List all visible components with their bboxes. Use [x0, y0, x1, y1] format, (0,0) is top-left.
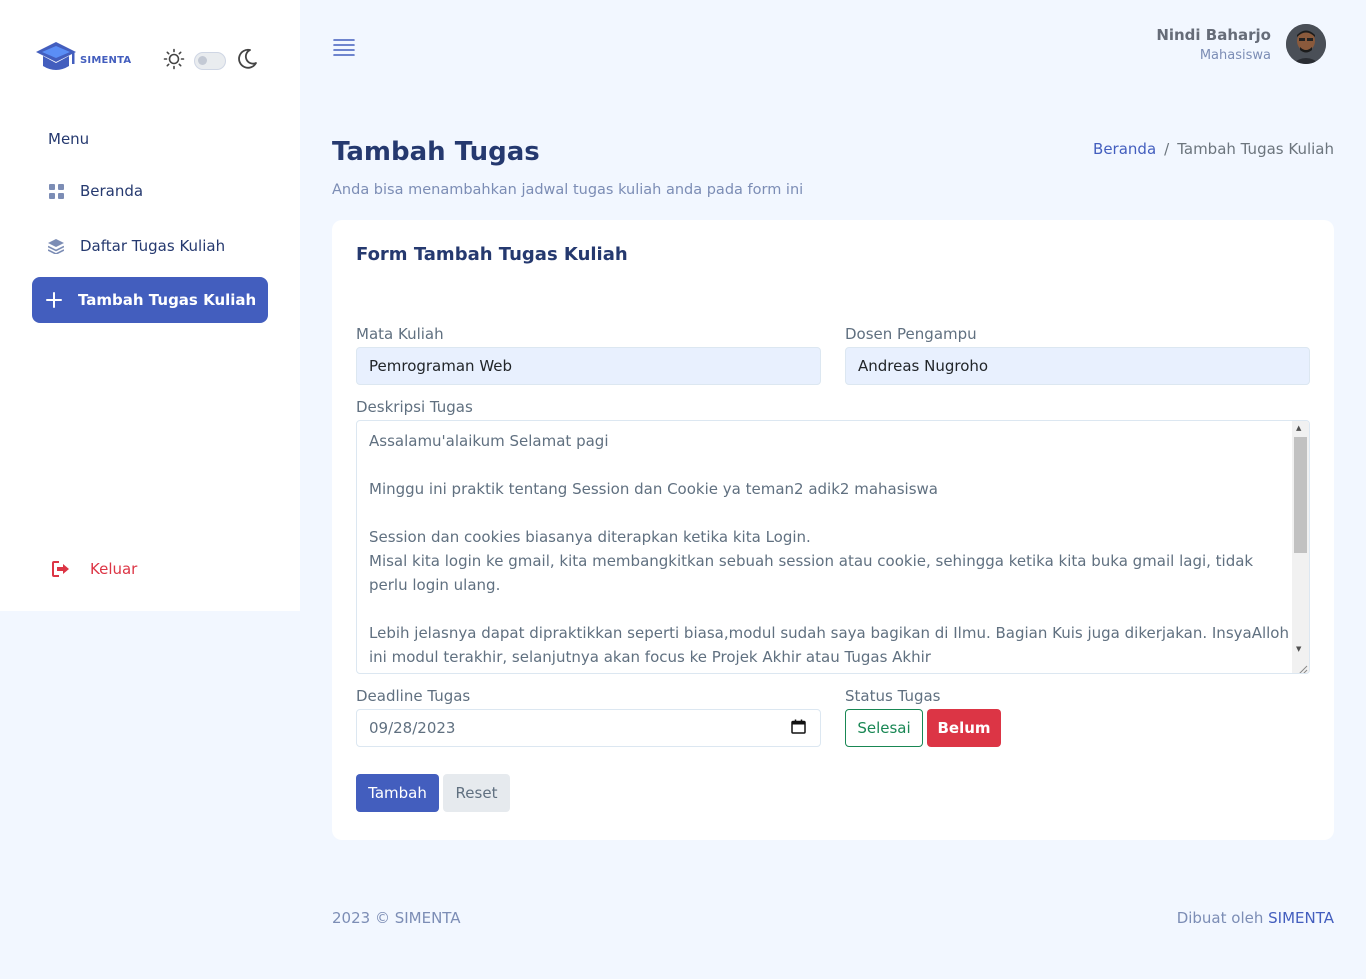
deadline-label: Deadline Tugas: [356, 687, 471, 705]
menu-title: Menu: [48, 130, 90, 148]
breadcrumb-separator: /: [1164, 140, 1170, 158]
reset-button[interactable]: Reset: [443, 774, 510, 812]
status-belum-button[interactable]: Belum: [927, 709, 1001, 747]
mata-kuliah-label: Mata Kuliah: [356, 325, 444, 343]
graduation-cap-icon: [34, 40, 78, 80]
sidebar-item-daftar-tugas[interactable]: Daftar Tugas Kuliah: [32, 223, 268, 269]
sidebar-item-label: Daftar Tugas Kuliah: [80, 237, 226, 255]
sidebar-item-label: Beranda: [80, 182, 144, 200]
scroll-down-arrow-icon[interactable]: ▼: [1296, 645, 1301, 653]
breadcrumb-current: Tambah Tugas Kuliah: [1177, 140, 1334, 158]
calendar-icon[interactable]: [791, 719, 806, 738]
grid-icon: [48, 183, 64, 199]
moon-icon: [235, 47, 259, 75]
deskripsi-line: Minggu ini praktik tentang Session dan C…: [369, 480, 938, 498]
deskripsi-line: [369, 453, 1289, 477]
logout-icon: [52, 561, 70, 577]
resize-grip-icon[interactable]: [1296, 660, 1308, 673]
status-label: Status Tugas: [845, 687, 941, 705]
footer-credit: Dibuat oleh SIMENTA: [1177, 909, 1334, 927]
submit-button[interactable]: Tambah: [356, 774, 439, 812]
deskripsi-label: Deskripsi Tugas: [356, 398, 473, 416]
sidebar: SIMENTA Menu Beranda Daftar Tugas Kuliah…: [0, 0, 300, 611]
page-subtitle: Anda bisa menambahkan jadwal tugas kulia…: [332, 182, 804, 198]
logout-label: Keluar: [90, 560, 138, 578]
page-title: Tambah Tugas: [332, 137, 540, 167]
footer-credit-prefix: Dibuat oleh: [1176, 909, 1264, 927]
mata-kuliah-input[interactable]: Pemrograman Web: [356, 347, 821, 385]
breadcrumb-home[interactable]: Beranda: [1093, 140, 1156, 158]
user-name: Nindi Baharjo: [1156, 25, 1271, 44]
deskripsi-line: Lebih jelasnya dapat dipraktikkan sepert…: [369, 624, 1289, 666]
sidebar-item-tambah-tugas[interactable]: Tambah Tugas Kuliah: [32, 277, 268, 323]
logo[interactable]: SIMENTA: [34, 40, 131, 80]
footer-credit-brand[interactable]: SIMENTA: [1268, 909, 1334, 927]
scroll-up-arrow-icon[interactable]: ▲: [1296, 424, 1301, 432]
deskripsi-textarea[interactable]: Assalamu'alaikum Selamat pagi Minggu ini…: [356, 420, 1310, 674]
deskripsi-line: [369, 597, 1289, 621]
theme-toggle: [163, 47, 259, 75]
deskripsi-line: Assalamu'alaikum Selamat pagi: [369, 432, 609, 450]
menu-toggle-icon[interactable]: [333, 37, 355, 57]
deskripsi-content: Assalamu'alaikum Selamat pagi Minggu ini…: [369, 429, 1289, 669]
dosen-input[interactable]: Andreas Nugroho: [845, 347, 1310, 385]
sidebar-item-label: Tambah Tugas Kuliah: [78, 291, 257, 309]
user-info: Nindi Baharjo Mahasiswa: [1156, 26, 1271, 63]
user-role: Mahasiswa: [1199, 47, 1271, 63]
textarea-scrollbar[interactable]: ▲ ▼: [1292, 421, 1309, 673]
status-selesai-button[interactable]: Selesai: [845, 709, 923, 747]
card-title: Form Tambah Tugas Kuliah: [356, 244, 628, 265]
stack-icon: [48, 238, 64, 254]
sun-icon: [163, 48, 185, 74]
logo-text: SIMENTA: [80, 54, 132, 66]
form-card: Form Tambah Tugas Kuliah Mata Kuliah Pem…: [332, 220, 1334, 840]
dosen-label: Dosen Pengampu: [845, 325, 977, 343]
dosen-value: Andreas Nugroho: [858, 357, 989, 375]
deskripsi-line: [369, 501, 1289, 525]
deadline-value: 09/28/2023: [369, 719, 456, 737]
plus-icon: [46, 292, 62, 308]
breadcrumb: Beranda / Tambah Tugas Kuliah: [1093, 140, 1334, 158]
footer-copyright: 2023 © SIMENTA: [332, 909, 461, 927]
dark-mode-switch[interactable]: [194, 52, 226, 70]
logout-link[interactable]: Keluar: [52, 560, 137, 578]
mata-kuliah-value: Pemrograman Web: [369, 357, 513, 375]
deskripsi-line: Session dan cookies biasanya diterapkan …: [369, 528, 811, 546]
avatar[interactable]: [1286, 24, 1326, 64]
deskripsi-line: Misal kita login ke gmail, kita membangk…: [369, 552, 1258, 594]
user-menu[interactable]: Nindi Baharjo Mahasiswa: [1156, 24, 1326, 64]
deadline-input[interactable]: 09/28/2023: [356, 709, 821, 747]
scroll-thumb[interactable]: [1294, 437, 1307, 553]
sidebar-item-beranda[interactable]: Beranda: [32, 168, 268, 214]
